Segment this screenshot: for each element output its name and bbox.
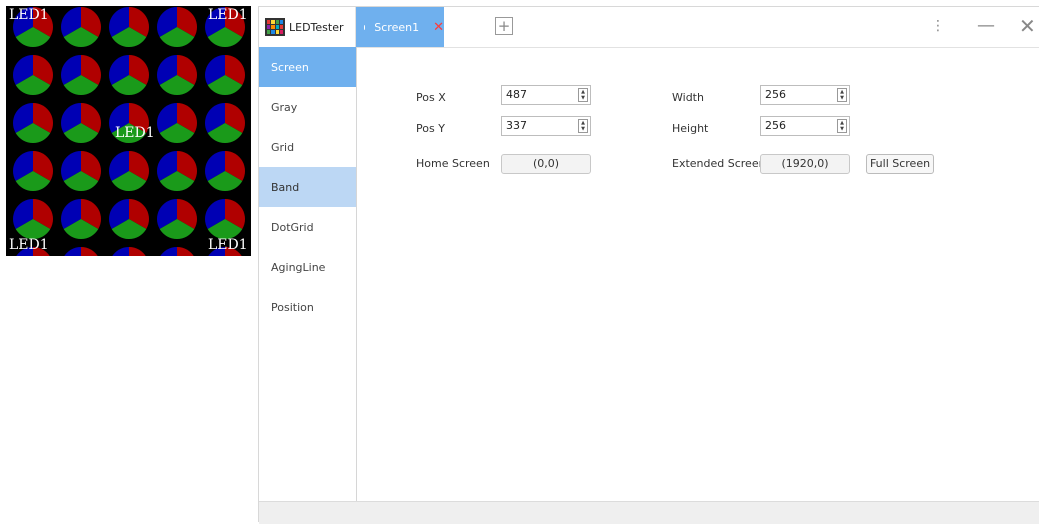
sidebar-item-label: AgingLine bbox=[271, 260, 326, 274]
plus-icon[interactable]: + bbox=[495, 17, 513, 35]
led-blue-segment bbox=[160, 247, 177, 256]
status-bar bbox=[259, 501, 1039, 524]
led-label-bottom-right: LED1 bbox=[208, 237, 248, 253]
height-spinbox[interactable]: 256 ▲ ▼ bbox=[760, 116, 850, 136]
tab-bar: LEDTester Screen1 ✕ + ⋮ — ✕ bbox=[259, 7, 1039, 48]
screen-settings-form: Pos X 487 ▲ ▼ Pos Y 337 ▲ ▼ Home Screen (0… bbox=[357, 47, 1039, 501]
width-value: 256 bbox=[765, 88, 786, 101]
led-red-segment bbox=[177, 247, 194, 256]
spin-arrows: ▲ ▼ bbox=[578, 119, 588, 133]
led-label-top-left: LED1 bbox=[9, 7, 49, 23]
more-vertical-icon[interactable]: ⋮ bbox=[931, 15, 945, 37]
pos-y-spinbox[interactable]: 337 ▲ ▼ bbox=[501, 116, 591, 136]
pos-y-value: 337 bbox=[506, 119, 527, 132]
led-grid-logo-icon bbox=[265, 18, 285, 36]
home-screen-label: Home Screen bbox=[416, 157, 490, 170]
sidebar-item-screen[interactable]: Screen bbox=[259, 47, 356, 87]
spin-down-icon[interactable]: ▼ bbox=[838, 95, 846, 101]
pos-y-label: Pos Y bbox=[416, 122, 445, 135]
tab-label: Screen1 bbox=[374, 20, 420, 34]
pos-x-label: Pos X bbox=[416, 91, 446, 104]
sidebar: Screen Gray Grid Band DotGrid AgingLine … bbox=[259, 47, 357, 501]
eye-icon bbox=[364, 24, 366, 30]
app-title-tab[interactable]: LEDTester bbox=[259, 7, 356, 47]
led-blue-segment bbox=[112, 247, 129, 256]
sidebar-item-label: Screen bbox=[271, 60, 309, 74]
home-screen-field: (0,0) bbox=[501, 154, 591, 174]
minimize-icon[interactable]: — bbox=[977, 15, 995, 37]
full-screen-button[interactable]: Full Screen bbox=[866, 154, 934, 174]
led-red-segment bbox=[129, 247, 146, 256]
spin-arrows: ▲ ▼ bbox=[837, 119, 847, 133]
close-icon[interactable]: ✕ bbox=[1019, 15, 1036, 37]
led-label-top-right: LED1 bbox=[208, 7, 248, 23]
led-blue-segment bbox=[64, 247, 81, 256]
sidebar-item-label: DotGrid bbox=[271, 220, 314, 234]
led-label-center: LED1 bbox=[115, 125, 155, 141]
sidebar-item-position[interactable]: Position bbox=[259, 287, 356, 327]
height-label: Height bbox=[672, 122, 709, 135]
sidebar-item-gray[interactable]: Gray bbox=[259, 87, 356, 127]
led-label-bottom-left: LED1 bbox=[9, 237, 49, 253]
width-spinbox[interactable]: 256 ▲ ▼ bbox=[760, 85, 850, 105]
spin-down-icon[interactable]: ▼ bbox=[579, 95, 587, 101]
width-label: Width bbox=[672, 91, 704, 104]
spin-down-icon[interactable]: ▼ bbox=[838, 126, 846, 132]
led-tester-window: LEDTester Screen1 ✕ + ⋮ — ✕ Screen Gray … bbox=[258, 6, 1039, 524]
sidebar-item-agingline[interactable]: AgingLine bbox=[259, 247, 356, 287]
height-value: 256 bbox=[765, 119, 786, 132]
tab-screen1[interactable]: Screen1 ✕ bbox=[356, 7, 444, 47]
extended-screen-field: (1920,0) bbox=[760, 154, 850, 174]
pos-x-value: 487 bbox=[506, 88, 527, 101]
sidebar-item-label: Band bbox=[271, 180, 300, 194]
spin-arrows: ▲ ▼ bbox=[578, 88, 588, 102]
sidebar-item-label: Grid bbox=[271, 140, 295, 154]
led-red-segment bbox=[81, 247, 98, 256]
app-title: LEDTester bbox=[289, 20, 344, 34]
sidebar-item-label: Position bbox=[271, 300, 314, 314]
sidebar-item-dotgrid[interactable]: DotGrid bbox=[259, 207, 356, 247]
spin-arrows: ▲ ▼ bbox=[837, 88, 847, 102]
spin-down-icon[interactable]: ▼ bbox=[579, 126, 587, 132]
close-tab-icon[interactable]: ✕ bbox=[433, 20, 444, 35]
pos-x-spinbox[interactable]: 487 ▲ ▼ bbox=[501, 85, 591, 105]
sidebar-item-band[interactable]: Band bbox=[259, 167, 356, 207]
sidebar-item-label: Gray bbox=[271, 100, 298, 114]
sidebar-item-grid[interactable]: Grid bbox=[259, 127, 356, 167]
extended-screen-label: Extended Screen bbox=[672, 157, 766, 170]
led-preview: LED1 LED1 LED1 LED1 LED1 bbox=[6, 6, 251, 256]
